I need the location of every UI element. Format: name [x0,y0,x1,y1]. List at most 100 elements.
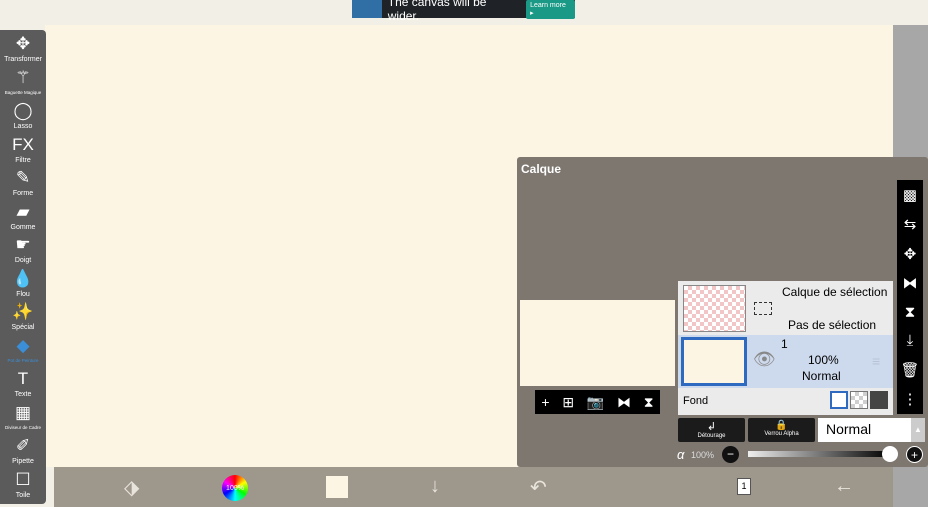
bg-white-option[interactable] [830,391,848,409]
tool-label: Texte [14,391,32,398]
brush-icon: ✎ [15,168,31,187]
selection-icon [754,302,772,315]
tool-eraser[interactable]: ▰ Gomme [0,202,46,236]
alpha-lock-button[interactable]: 🔒 Verrou Alpha [748,418,815,442]
tool-canvas[interactable]: ☐ Toile [0,470,46,504]
eraser-icon: ▰ [16,201,30,221]
layer-actions: + ⊞ 📷 ⧓ ⧗ [535,390,660,414]
tool-label: Lasso [13,123,33,130]
selection-layer-row[interactable]: Calque de sélection Pas de sélection [678,281,893,335]
color-wheel-button[interactable]: 100% [222,475,248,501]
special-icon: ✨ [12,302,34,321]
bg-transparent-option[interactable] [850,391,868,409]
blend-mode-value: Normal [826,421,872,437]
layer-preview [520,300,675,386]
drag-handle-icon[interactable]: ≡ [872,353,880,369]
tool-move[interactable]: ✥ Transformer [0,34,46,68]
finger-icon: ☛ [15,235,31,254]
add-layer-copy-icon[interactable]: ⊞ [562,394,574,411]
learn-more-button[interactable]: Learn more ▸ [526,0,575,19]
tool-magic-wand[interactable]: ⚚ Baguette Magique [0,68,46,102]
more-icon[interactable]: ⋮ [903,390,918,408]
tool-label: Pipette [12,458,34,465]
alpha-decrease-button[interactable]: − [722,446,739,463]
add-layer-icon[interactable]: + [541,394,549,410]
bg-dark-option[interactable] [870,391,888,409]
clipping-label: Détourage [697,433,726,439]
tool-lasso[interactable]: ◯ Lasso [0,101,46,135]
tool-bucket[interactable]: ◆ Pot de Peinture [0,336,46,370]
selection-thumbnail [683,285,746,332]
flip-v-icon[interactable]: ⧗ [905,304,916,321]
selection-transform-icon[interactable]: ⬗ [124,475,139,500]
blur-drop-icon: 💧 [12,268,34,288]
ad-banner[interactable]: The canvas will be wider. Learn more ▸ [352,0,575,23]
move-layer-icon[interactable]: ✥ [904,245,917,263]
alpha-symbol: α [677,447,685,462]
blend-mode-select[interactable]: Normal ▲ [818,418,925,442]
arrow-down-icon[interactable]: ↓ [430,475,440,498]
layers-button[interactable]: 1 [737,478,751,495]
alpha-value: 100% [691,450,715,460]
move-icon: ✥ [15,34,31,53]
tool-blur-drop[interactable]: 💧 Flou [0,269,46,303]
layer-side-tools: ▩ ⇆ ✥ ⧓ ⧗ ⤓ 🗑 ⋮ [897,180,923,414]
lasso-icon: ◯ [13,101,33,120]
tool-label: Forme [12,190,34,197]
no-selection-label: Pas de sélection [788,318,877,332]
frame-divider-icon: ▦ [14,402,32,422]
selection-layer-label: Calque de sélection [782,285,888,299]
current-color-swatch[interactable] [326,476,348,498]
flip-horizontal-icon[interactable]: ⧓ [617,394,631,411]
panel-title: Calque [521,162,562,176]
tool-brush[interactable]: ✎ Forme [0,168,46,202]
tool-label: Spécial [11,324,35,331]
merge-down-icon[interactable]: ⤓ [907,332,914,349]
eye-icon[interactable]: 👁 [753,349,776,370]
tool-fx[interactable]: FX Filtre [0,135,46,169]
tool-label: Transformer [4,56,42,63]
alpha-increase-button[interactable]: + [906,446,923,463]
tool-label: Toile [15,491,31,499]
tool-label: Baguette Magique [4,89,42,95]
fx-icon: FX [12,134,34,154]
layer-name: 1 [781,337,788,351]
ad-text: The canvas will be wider. [387,0,487,23]
tool-label: Diviseur de Cadre [4,424,41,430]
clipping-button[interactable]: ↲ Détourage [678,418,745,442]
magic-wand-icon: ⚚ [15,67,31,87]
canvas-icon: ☐ [15,469,31,489]
tool-finger[interactable]: ☛ Doigt [0,235,46,269]
ad-logo [352,0,382,18]
tool-label: Flou [16,290,30,298]
flip-h-icon[interactable]: ⧓ [903,274,918,292]
tool-special[interactable]: ✨ Spécial [0,302,46,336]
layer-thumbnail [681,337,747,386]
layer-blend: Normal [802,369,841,383]
alpha-lock-label: Verrou Alpha [764,431,799,437]
clipping-icon: ↲ [706,421,717,433]
trash-icon[interactable]: 🗑 [900,361,919,379]
bucket-icon: ◆ [16,335,30,355]
layer-opacity: 100% [808,353,839,367]
alpha-slider-knob[interactable] [882,446,898,462]
tool-frame-divider[interactable]: ▦ Diviseur de Cadre [0,403,46,437]
checker-icon[interactable]: ▩ [903,186,917,204]
dropdown-arrow-icon[interactable]: ▲ [911,418,925,442]
color-percent: 100% [226,484,244,492]
swap-icon[interactable]: ⇆ [904,215,917,233]
undo-icon[interactable]: ↶ [530,475,547,500]
alpha-slider[interactable] [748,446,898,462]
layer-row[interactable]: 👁 1 100% Normal ≡ [678,335,893,388]
tool-text[interactable]: T Texte [0,369,46,403]
flip-vertical-icon[interactable]: ⧗ [644,394,654,411]
eyedropper-icon: ✐ [15,436,31,455]
tool-sidebar: ✥ Transformer ⚚ Baguette Magique ◯ Lasso FX Fil… [0,30,46,504]
tool-eyedropper[interactable]: ✐ Pipette [0,436,46,470]
layer-count: 1 [741,481,747,491]
tool-label: Pot de Peinture [7,357,39,363]
text-icon: T [17,369,29,388]
camera-icon[interactable]: 📷 [587,394,604,411]
back-arrow-icon[interactable]: ← [834,475,854,498]
tool-label: Doigt [14,257,32,264]
